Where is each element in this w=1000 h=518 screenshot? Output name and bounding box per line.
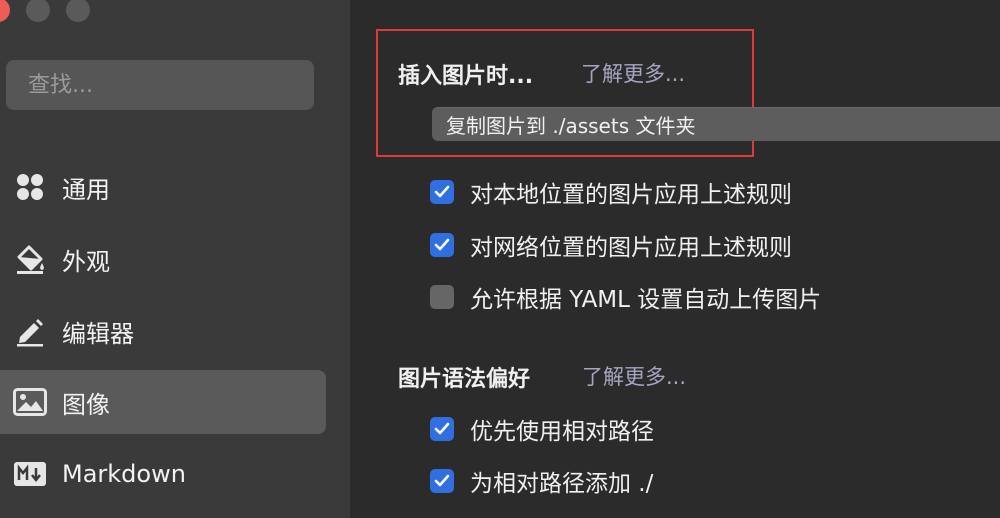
option-row-prefer-relative[interactable]: 优先使用相对路径 (430, 413, 654, 445)
insert-image-section-title: 插入图片时... (398, 64, 534, 89)
syntax-learn-more-link[interactable]: 了解更多... (582, 361, 686, 391)
sidebar-item-image[interactable]: 图像 (0, 370, 326, 434)
minimize-window-button[interactable] (26, 0, 50, 22)
option-label: 优先使用相对路径 (470, 419, 654, 445)
search-input[interactable] (26, 71, 300, 99)
search-field[interactable] (6, 60, 314, 110)
option-row-yaml-upload[interactable]: 允许根据 YAML 设置自动上传图片 (430, 281, 821, 313)
option-label: 为相对路径添加 ./ (470, 471, 654, 497)
option-row-local-images[interactable]: 对本地位置的图片应用上述规则 (430, 176, 792, 208)
sidebar-item-label: 外观 (62, 247, 110, 276)
insert-learn-more-link[interactable]: 了解更多... (581, 58, 685, 88)
sidebar-item-label: Markdown (62, 460, 186, 488)
sidebar-item-markdown[interactable]: Markdown (0, 442, 326, 506)
checkbox-add-dot-slash[interactable] (430, 469, 454, 493)
sidebar-item-general[interactable]: 通用 (0, 155, 326, 219)
option-label: 允许根据 YAML 设置自动上传图片 (470, 287, 822, 313)
sidebar-item-label: 图像 (62, 390, 110, 419)
select-value: 复制图片到 ./assets 文件夹 (446, 113, 696, 138)
paint-bucket-icon (12, 241, 48, 277)
sidebar: 通用 外观 编辑器 (0, 0, 350, 518)
close-window-button[interactable] (0, 0, 10, 22)
checkbox-yaml-upload[interactable] (430, 285, 454, 309)
option-label: 对本地位置的图片应用上述规则 (470, 182, 792, 208)
grid-icon (12, 169, 48, 205)
preferences-window: 通用 外观 编辑器 (0, 0, 1000, 518)
insert-image-action-select[interactable]: 复制图片到 ./assets 文件夹 (432, 107, 1000, 141)
checkbox-prefer-relative[interactable] (430, 417, 454, 441)
sidebar-item-label: 通用 (62, 175, 110, 204)
checkbox-network-images[interactable] (430, 233, 454, 257)
markdown-icon (12, 456, 48, 492)
sidebar-item-editor[interactable]: 编辑器 (0, 299, 326, 363)
sidebar-item-label: 编辑器 (62, 319, 134, 348)
pencil-icon (12, 313, 48, 349)
zoom-window-button[interactable] (66, 0, 90, 22)
sidebar-item-appearance[interactable]: 外观 (0, 227, 326, 291)
option-row-network-images[interactable]: 对网络位置的图片应用上述规则 (430, 229, 792, 261)
option-row-add-dot-slash[interactable]: 为相对路径添加 ./ (430, 465, 653, 497)
option-label: 对网络位置的图片应用上述规则 (470, 235, 792, 261)
image-syntax-section-title: 图片语法偏好 (398, 367, 531, 392)
image-icon (12, 384, 48, 420)
checkbox-local-images[interactable] (430, 180, 454, 204)
